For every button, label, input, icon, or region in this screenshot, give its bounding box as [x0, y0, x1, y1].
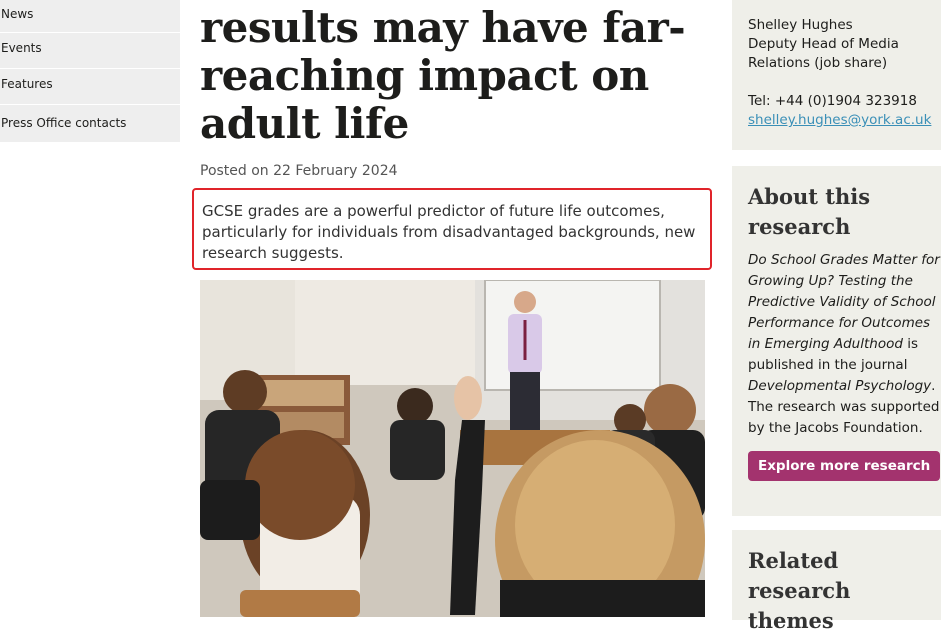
nav-item-events[interactable]: Events [0, 33, 180, 69]
contact-role: Deputy Head of Media Relations (job shar… [748, 36, 899, 71]
posted-date: Posted on 22 February 2024 [200, 163, 398, 179]
about-research-box: About this research Do School Grades Mat… [732, 166, 941, 516]
classroom-photo [200, 280, 705, 617]
nav-item-press-office-contacts[interactable]: Press Office contacts [0, 105, 180, 142]
related-themes-heading: Related research themes [748, 548, 851, 633]
about-research-heading: About this research [748, 184, 871, 239]
nav-item-features[interactable]: Features [0, 69, 180, 105]
contact-email-link[interactable]: shelley.hughes@york.ac.uk [748, 112, 931, 128]
nav-item-news[interactable]: News [0, 0, 180, 33]
related-themes-box: Related research themes [732, 530, 941, 633]
contact-name: Shelley Hughes [748, 17, 853, 33]
journal-name: Developmental Psychology [748, 378, 932, 394]
contact-phone: Tel: +44 (0)1904 323918 [748, 93, 917, 109]
article-title: results may have far-reaching impact on … [200, 3, 686, 148]
media-contact-box: Shelley Hughes Deputy Head of Media Rela… [732, 0, 941, 150]
section-nav: News Events Features Press Office contac… [0, 0, 180, 142]
about-research-text: Do School Grades Matter for Growing Up? … [748, 250, 941, 439]
explore-more-research-button[interactable]: Explore more research [748, 451, 941, 481]
classroom-illustration [200, 280, 705, 617]
article-summary: GCSE grades are a powerful predictor of … [192, 188, 712, 270]
